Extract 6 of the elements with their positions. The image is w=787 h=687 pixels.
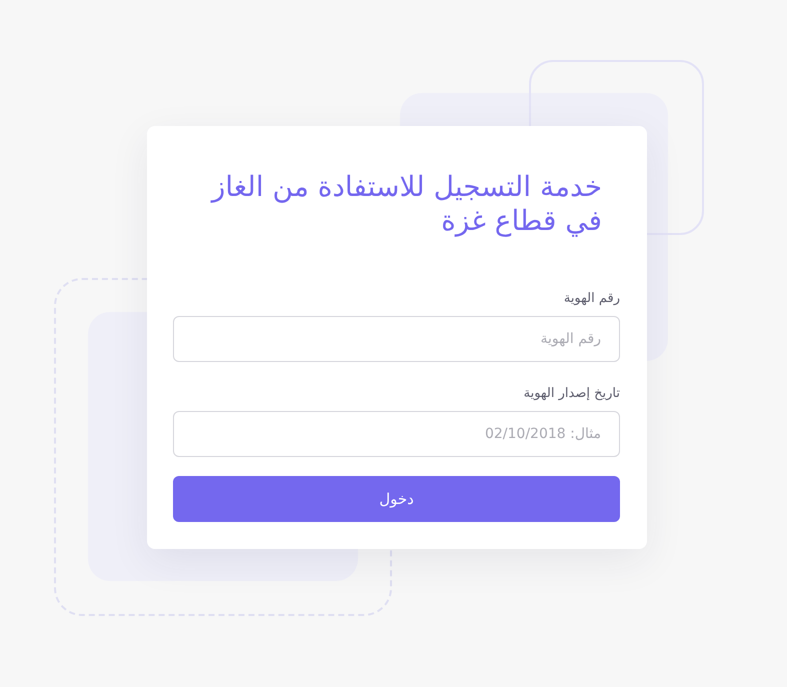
login-button[interactable]: دخول	[173, 476, 620, 522]
issue-date-field[interactable]: مثال: 02/10/2018	[173, 411, 620, 457]
form-title: خدمة التسجيل للاستفادة من الغاز في قطاع غزة	[212, 170, 602, 237]
id-number-label: رقم الهوية	[564, 290, 620, 308]
id-number-field[interactable]: رقم الهوية	[173, 316, 620, 362]
issue-date-label: تاريخ إصدار الهوية	[524, 385, 620, 403]
